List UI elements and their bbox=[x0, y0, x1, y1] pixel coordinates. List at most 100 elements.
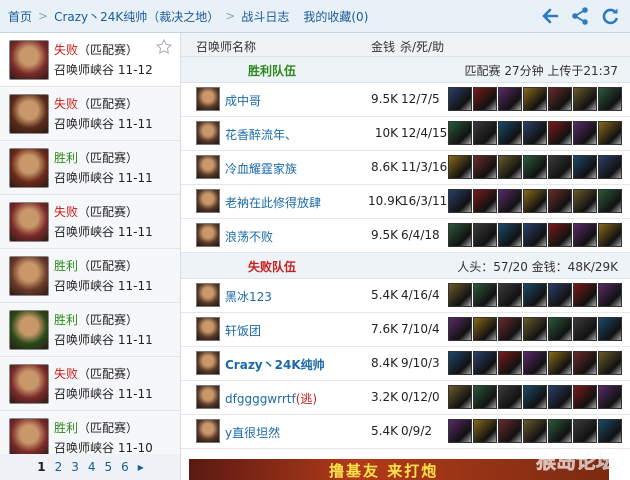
item-icon bbox=[498, 121, 522, 145]
champion-avatar[interactable] bbox=[196, 385, 220, 409]
breadcrumb-player[interactable]: Crazy丶24K纯帅（裁决之地） bbox=[54, 8, 219, 25]
champion-avatar[interactable] bbox=[196, 87, 220, 111]
match-date: 11-11 bbox=[117, 278, 153, 293]
player-row[interactable]: dfggggwrrtf(逃) 3.2K 0/12/0 bbox=[181, 381, 630, 415]
champion-avatar[interactable] bbox=[196, 223, 220, 247]
player-gold: 5.4K bbox=[371, 288, 398, 302]
player-name[interactable]: 浪荡不败 bbox=[225, 228, 273, 245]
champion-avatar[interactable] bbox=[196, 155, 220, 179]
player-row[interactable]: 成中哥 9.5K 12/7/5 bbox=[181, 83, 630, 117]
match-type: （匹配赛） bbox=[78, 420, 139, 435]
item-icon bbox=[473, 385, 497, 409]
match-type: （匹配赛） bbox=[78, 258, 139, 273]
player-name[interactable]: 黑冰123 bbox=[225, 288, 272, 305]
item-icon bbox=[548, 189, 572, 213]
item-icon bbox=[548, 121, 572, 145]
back-arrow-icon[interactable] bbox=[540, 6, 560, 26]
match-list-item[interactable]: 失败（匹配赛） 召唤师峡谷 11-11 bbox=[0, 195, 180, 249]
player-row[interactable]: 黑冰123 5.4K 4/16/4 bbox=[181, 279, 630, 313]
player-row[interactable]: 花香醉流年、 10K 12/4/15 bbox=[181, 117, 630, 151]
item-icon bbox=[598, 87, 622, 111]
player-name-text: 轩饭团 bbox=[225, 324, 262, 338]
champion-avatar[interactable] bbox=[196, 317, 220, 341]
match-list-item[interactable]: 胜利（匹配赛） 召唤师峡谷 11-11 bbox=[0, 141, 180, 195]
page-1[interactable]: 1 bbox=[37, 460, 45, 474]
pagination: 1 2 3 4 5 6 ▸ bbox=[0, 454, 180, 480]
breadcrumb-battle-log[interactable]: 战斗日志 bbox=[241, 8, 289, 25]
player-name[interactable]: 冷血耀霆家族 bbox=[225, 160, 297, 177]
player-name[interactable]: 成中哥 bbox=[225, 92, 261, 109]
champion-avatar[interactable] bbox=[196, 121, 220, 145]
player-gold: 9.5K bbox=[371, 228, 398, 242]
next-page-button[interactable]: ▸ bbox=[138, 460, 144, 474]
player-row[interactable]: 轩饭团 7.6K 7/10/4 bbox=[181, 313, 630, 347]
item-icon bbox=[573, 351, 597, 375]
page-6[interactable]: 6 bbox=[121, 460, 129, 474]
match-result: 胜利 bbox=[54, 258, 79, 273]
item-icon bbox=[498, 351, 522, 375]
match-type: （匹配赛） bbox=[78, 366, 139, 381]
item-icon bbox=[448, 283, 472, 307]
champion-avatar[interactable] bbox=[196, 189, 220, 213]
player-name[interactable]: y直很坦然 bbox=[225, 424, 280, 441]
item-icon bbox=[498, 189, 522, 213]
player-name[interactable]: 老衲在此修得放肆 bbox=[225, 194, 321, 211]
item-icon bbox=[548, 317, 572, 341]
item-icon bbox=[448, 189, 472, 213]
match-map: 召唤师峡谷 bbox=[54, 440, 115, 455]
match-map: 召唤师峡谷 bbox=[54, 116, 115, 131]
match-result: 胜利 bbox=[54, 150, 79, 165]
item-icon bbox=[523, 385, 547, 409]
item-icon bbox=[573, 121, 597, 145]
champion-avatar[interactable] bbox=[196, 351, 220, 375]
header-kda: 杀/死/助 bbox=[400, 40, 445, 54]
player-row[interactable]: 老衲在此修得放肆 10.9K 16/3/11 bbox=[181, 185, 630, 219]
match-type: （匹配赛） bbox=[78, 204, 139, 219]
player-gold: 10K bbox=[374, 126, 398, 140]
item-icon bbox=[473, 351, 497, 375]
breadcrumb-separator: > bbox=[225, 9, 236, 23]
match-list-item[interactable]: 胜利（匹配赛） 召唤师峡谷 11-11 bbox=[0, 249, 180, 303]
item-list bbox=[448, 317, 622, 341]
item-icon bbox=[448, 419, 472, 443]
item-icon bbox=[448, 87, 472, 111]
match-list-item[interactable]: 失败（匹配赛） 召唤师峡谷 11-12 bbox=[0, 33, 180, 87]
match-date: 11-11 bbox=[117, 224, 153, 239]
champion-avatar bbox=[9, 201, 49, 242]
player-row[interactable]: Crazy丶24K纯帅 8.4K 9/10/3 bbox=[181, 347, 630, 381]
champion-avatar[interactable] bbox=[196, 419, 220, 443]
player-name[interactable]: 轩饭团 bbox=[225, 322, 261, 339]
champion-avatar bbox=[9, 417, 49, 458]
match-result: 失败 bbox=[54, 96, 79, 111]
win-team-header: 胜利队伍 匹配赛 27分钟 上传于21:37 bbox=[181, 57, 630, 83]
breadcrumb-home[interactable]: 首页 bbox=[8, 8, 32, 25]
player-name[interactable]: 花香醉流年、 bbox=[225, 126, 297, 143]
page-2[interactable]: 2 bbox=[55, 460, 63, 474]
player-name[interactable]: dfggggwrrtf(逃) bbox=[225, 390, 317, 407]
team-totals: 人头：57/20 金钱：48K/29K bbox=[457, 260, 618, 274]
item-icon bbox=[573, 189, 597, 213]
share-icon[interactable] bbox=[570, 6, 590, 26]
page-5[interactable]: 5 bbox=[104, 460, 112, 474]
match-list-item[interactable]: 失败（匹配赛） 召唤师峡谷 11-11 bbox=[0, 357, 180, 411]
favorites-link[interactable]: 我的收藏(0) bbox=[303, 8, 368, 25]
player-kda: 6/4/18 bbox=[401, 228, 440, 242]
item-icon bbox=[573, 223, 597, 247]
page-4[interactable]: 4 bbox=[88, 460, 96, 474]
match-list-item[interactable]: 失败（匹配赛） 召唤师峡谷 11-11 bbox=[0, 87, 180, 141]
refresh-icon[interactable] bbox=[600, 6, 620, 26]
match-list-item[interactable]: 胜利（匹配赛） 召唤师峡谷 11-11 bbox=[0, 303, 180, 357]
champion-avatar[interactable] bbox=[196, 283, 220, 307]
player-kda: 0/9/2 bbox=[401, 424, 432, 438]
match-date: 11-11 bbox=[117, 386, 153, 401]
player-name[interactable]: Crazy丶24K纯帅 bbox=[225, 356, 325, 373]
svg-text:猴岛论坛: 猴岛论坛 bbox=[536, 449, 616, 473]
player-row[interactable]: 浪荡不败 9.5K 6/4/18 bbox=[181, 219, 630, 253]
player-name-text: 成中哥 bbox=[225, 94, 262, 108]
star-icon[interactable] bbox=[155, 38, 173, 55]
player-name-text: y直很坦然 bbox=[225, 426, 281, 440]
page-3[interactable]: 3 bbox=[71, 460, 79, 474]
player-row[interactable]: 冷血耀霆家族 8.6K 11/3/16 bbox=[181, 151, 630, 185]
item-list bbox=[448, 385, 622, 409]
player-gold: 8.6K bbox=[371, 160, 398, 174]
